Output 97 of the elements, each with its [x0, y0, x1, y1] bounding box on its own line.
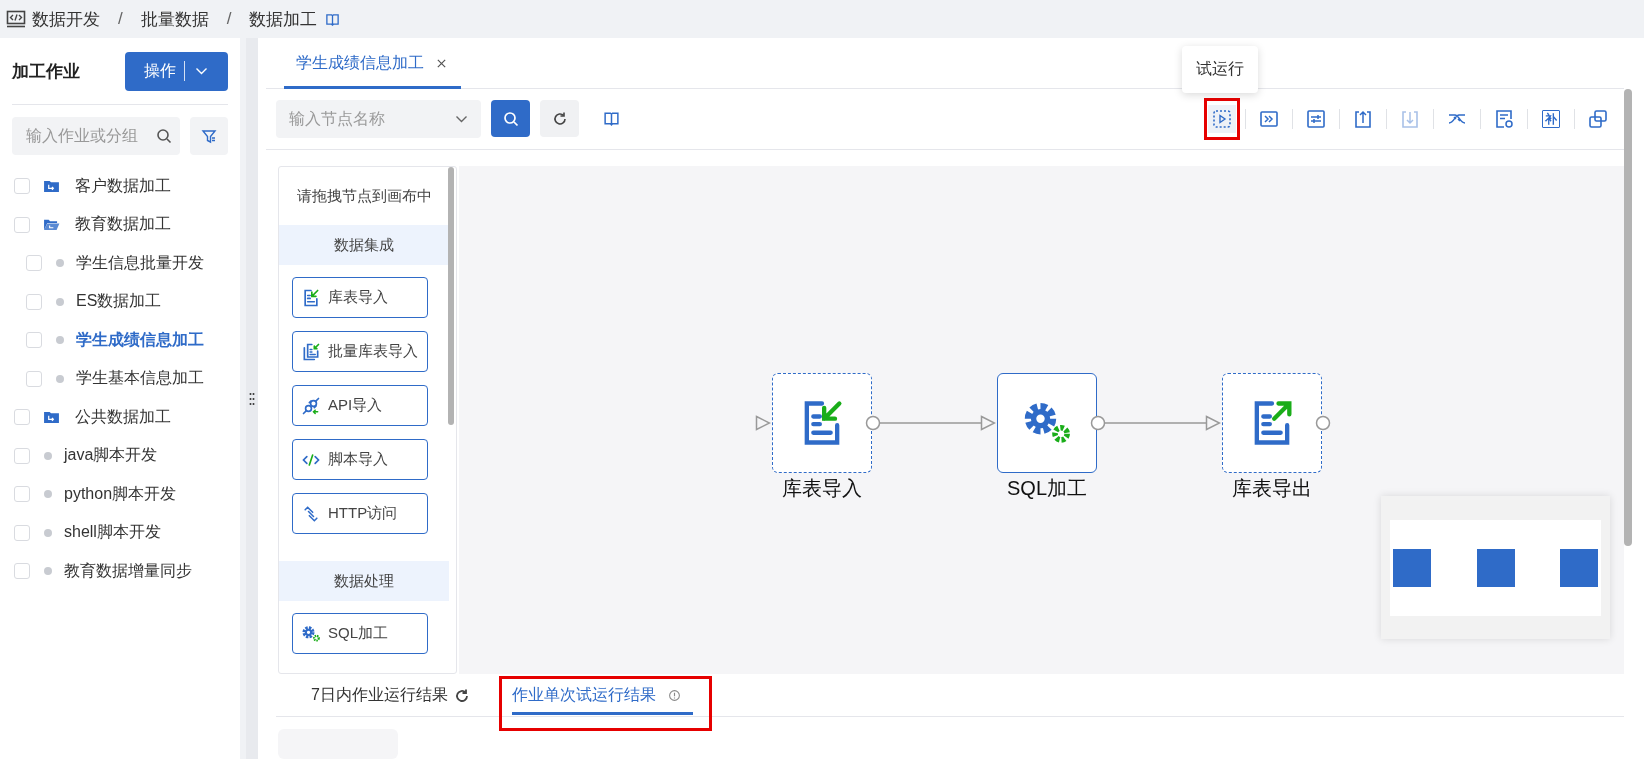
tree-item[interactable]: 学生成绩信息加工 — [76, 329, 204, 351]
node-label: 库表导出 — [1231, 476, 1313, 502]
checkbox[interactable] — [14, 409, 30, 426]
breadcrumb-separator: / — [226, 9, 232, 29]
status-dot — [56, 336, 64, 345]
tree-item[interactable]: 客户数据加工 — [75, 175, 171, 197]
palette-node[interactable]: 脚本导入 — [292, 439, 428, 481]
upload-icon — [1353, 108, 1373, 129]
minimap-node — [1560, 548, 1598, 587]
status-dot — [44, 451, 52, 460]
status-dot — [56, 297, 64, 306]
palette-hint: 请拖拽节点到画布中 — [296, 185, 433, 206]
palette-node[interactable]: 库表导入 — [292, 277, 428, 319]
node-search-select[interactable]: 输入节点名称 — [276, 99, 481, 138]
palette-node[interactable]: HTTP访问 — [292, 493, 428, 535]
checkbox[interactable] — [14, 178, 30, 195]
output-port[interactable] — [1315, 415, 1331, 432]
flow-node[interactable] — [772, 373, 872, 474]
palette-node[interactable]: 批量库表导入 — [292, 331, 428, 373]
tooltip: 试运行 — [1182, 45, 1258, 93]
search-icon — [156, 128, 172, 144]
minimap-node — [1393, 548, 1431, 587]
group-header: 数据集成 — [279, 225, 449, 266]
status-dot — [56, 259, 64, 268]
flow-node[interactable] — [1222, 373, 1322, 474]
code-icon — [6, 10, 26, 28]
chevron-down-icon — [455, 114, 468, 123]
group-header: 数据处理 — [279, 561, 449, 602]
refresh-icon[interactable] — [453, 687, 470, 704]
breadcrumb-link[interactable]: 数据开发 — [32, 7, 100, 31]
status-dot — [44, 490, 52, 499]
scrollbar[interactable] — [448, 167, 454, 426]
fast-forward-icon — [1259, 108, 1279, 129]
checkbox[interactable] — [14, 216, 30, 233]
tree-item[interactable]: shell脚本开发 — [64, 522, 161, 544]
action-dropdown-button[interactable]: 操作 — [125, 51, 228, 91]
breadcrumb-current: 数据加工 — [249, 8, 318, 31]
breadcrumb-link[interactable]: 批量数据 — [140, 7, 209, 31]
checkbox[interactable] — [26, 255, 42, 272]
caret-icon — [195, 67, 208, 75]
palette-node[interactable]: API导入 — [292, 385, 428, 427]
filter-button[interactable] — [190, 117, 228, 155]
book-icon[interactable] — [325, 11, 341, 27]
checkbox[interactable] — [14, 563, 30, 580]
status-dot — [44, 567, 52, 576]
drag-handle-icon[interactable] — [249, 391, 255, 406]
tree-item[interactable]: ES数据加工 — [76, 291, 162, 313]
checkbox[interactable] — [14, 524, 30, 541]
checkbox[interactable] — [26, 293, 42, 310]
canvas[interactable]: 库表导入 SQL加工 库表导出 — [459, 166, 1624, 675]
tree-item[interactable]: java脚本开发 — [64, 445, 158, 467]
minimap[interactable] — [1381, 496, 1610, 640]
document-arrow-icon — [301, 287, 321, 308]
info-icon[interactable] — [667, 689, 681, 702]
tree-item[interactable]: 教育数据加工 — [75, 214, 171, 236]
search-field[interactable]: 输入作业或分组 — [12, 117, 180, 155]
gears-icon — [301, 623, 321, 644]
breadcrumb-separator: / — [118, 9, 123, 29]
editor-tab[interactable]: 学生成绩信息加工 — [284, 52, 461, 89]
output-port[interactable] — [1090, 415, 1106, 432]
refresh-button[interactable] — [540, 100, 579, 138]
checkbox[interactable] — [26, 332, 42, 349]
sliders-icon — [1306, 108, 1326, 129]
book-icon[interactable] — [603, 110, 620, 128]
play-icon — [1212, 108, 1232, 129]
trial-run-button[interactable] — [1204, 97, 1240, 140]
status-dot — [44, 528, 52, 537]
close-icon[interactable] — [436, 57, 447, 69]
output-port[interactable] — [865, 415, 881, 432]
status-dot — [56, 374, 64, 383]
flow-node[interactable] — [997, 373, 1097, 474]
palette-node[interactable]: SQL加工 — [292, 613, 428, 655]
plug-icon — [301, 395, 321, 416]
tree-item[interactable]: 教育数据增量同步 — [64, 560, 192, 582]
search-icon — [502, 110, 519, 127]
tree-item[interactable]: 学生基本信息加工 — [76, 368, 204, 390]
tree-item[interactable]: 学生信息批量开发 — [76, 252, 204, 274]
search-button[interactable] — [491, 100, 530, 138]
result-tab[interactable]: 作业单次试运行结果 — [498, 676, 712, 731]
filter-icon — [201, 128, 217, 144]
panel-title: 加工作业 — [12, 60, 80, 83]
tree-item[interactable]: 公共数据加工 — [75, 406, 171, 428]
node-label: SQL加工 — [1006, 476, 1088, 502]
supplement-button[interactable]: 补 — [1533, 97, 1569, 140]
checkbox[interactable] — [14, 486, 30, 503]
documents-arrow-icon — [301, 341, 321, 362]
minimap-node — [1476, 548, 1515, 587]
checkbox[interactable] — [14, 447, 30, 464]
node-label: 库表导入 — [781, 476, 863, 502]
result-tab[interactable]: 7日内作业运行结果 — [298, 676, 489, 731]
download-icon — [1400, 108, 1420, 129]
copy-icon — [1588, 108, 1608, 129]
tree-item[interactable]: python脚本开发 — [64, 483, 177, 505]
document-gear-icon — [1494, 108, 1514, 129]
refresh-icon — [551, 110, 568, 127]
checkbox[interactable] — [26, 370, 42, 387]
scrollbar[interactable] — [1624, 89, 1632, 546]
